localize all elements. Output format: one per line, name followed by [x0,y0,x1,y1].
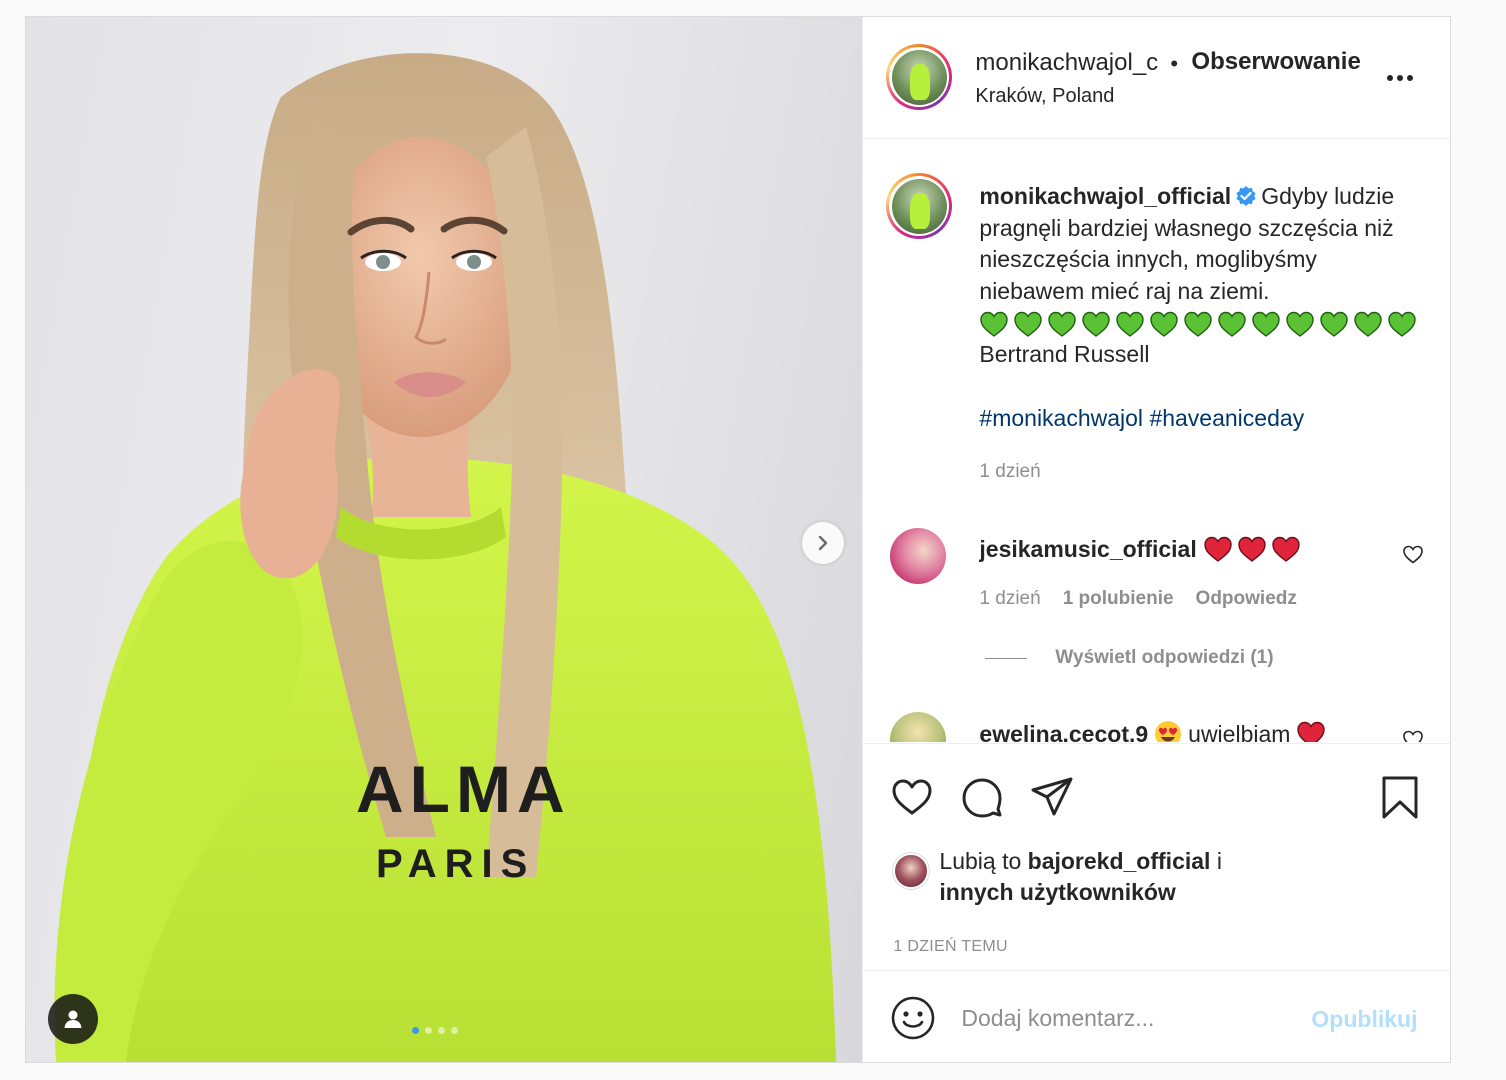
post-actions: Lubią to bajorekd_official i innych użyt… [863,743,1451,971]
caption-quote-author: Bertrand Russell [979,341,1150,367]
comment-input[interactable] [961,998,1292,1038]
green-heart-emoji-icon [1150,311,1179,337]
bookmark-icon [1382,776,1418,819]
share-icon [1031,777,1073,816]
author-username[interactable]: monikachwajol_c [975,49,1158,77]
caption-username[interactable]: monikachwajol_official [979,183,1231,209]
post-timestamp[interactable]: 1 DZIEŃ TEMU [893,938,1007,956]
green-heart-emoji-icon [1388,311,1417,337]
post-caption: monikachwajol_official Gdyby ludzie pragn… [979,181,1424,434]
heart-icon[interactable] [1401,542,1425,566]
post-dialog: ALMA PARIS monikachwajol_c • Obserwowani… [25,16,1451,1063]
next-photo-button[interactable] [802,522,844,564]
green-heart-emoji-icon [1252,311,1281,337]
follow-button[interactable]: Obserwowanie [1191,48,1360,76]
likes-prefix: Lubią to [939,848,1022,874]
emoji-icon[interactable] [890,995,936,1041]
green-heart-emoji-icon [1014,311,1043,337]
add-comment-bar: Opublikuj [863,972,1450,1062]
post-sidebar: monikachwajol_c • Obserwowanie Kraków, P… [863,17,1451,1062]
reply-button[interactable]: Odpowiedz [1196,588,1297,610]
carousel-dot [438,1027,445,1034]
green-heart-emoji-icon [1286,311,1315,337]
red-heart-emoji-icon [1272,536,1300,562]
green-heart-emoji-icon [1354,311,1383,337]
carousel-dot [451,1027,458,1034]
commenter-username[interactable]: ewelina.cecot.9 [979,721,1148,743]
comment-button[interactable] [959,774,1005,820]
save-button[interactable] [1377,774,1423,820]
red-heart-icon [1297,721,1326,742]
green-heart-emoji-icon [1184,311,1213,337]
comment-meta: 1 dzień 1 polubienie Odpowiedz [979,588,1296,610]
red-heart-emoji-icon [1204,536,1232,562]
view-replies-label: Wyświetl odpowiedzi (1) [1055,647,1274,668]
more-icon [1387,75,1414,81]
green-hearts-row [979,309,1424,339]
liker-avatar[interactable] [893,853,930,889]
comment-text: uwielbiam [1188,720,1291,743]
user-tag-icon [64,1010,82,1028]
red-heart-emoji-icon [1238,536,1266,562]
post-photo[interactable]: ALMA PARIS [26,17,864,1062]
view-replies-button[interactable]: Wyświetl odpowiedzi (1) [985,647,1274,669]
carousel-dot [412,1027,419,1034]
commenter-avatar[interactable] [890,528,947,584]
svg-text:PARIS: PARIS [376,842,535,886]
chevron-right-icon [818,535,828,551]
comment-icon [962,778,1002,818]
green-heart-emoji-icon [1320,311,1349,337]
commenter-username[interactable]: jesikamusic_official [979,536,1196,563]
author-avatar[interactable] [886,44,953,110]
photo-illustration: ALMA PARIS [54,53,836,1062]
publish-button[interactable]: Opublikuj [1311,1006,1417,1033]
caption-author-avatar[interactable] [886,173,953,239]
caption-hashtags: #monikachwajol #haveaniceday [979,403,1424,435]
heart-icon[interactable] [1401,727,1425,742]
commenter-avatar[interactable] [890,712,947,742]
hashtag-link[interactable]: #haveaniceday [1149,405,1304,431]
post-header: monikachwajol_c • Obserwowanie Kraków, P… [863,17,1450,139]
liker-username[interactable]: bajorekd_official [1028,848,1211,874]
post-location[interactable]: Kraków, Poland [975,85,1114,108]
header-separator: • [1170,51,1179,76]
heart-icon [892,779,932,815]
more-options-button[interactable] [1383,61,1417,95]
likes-others-link[interactable]: innych użytkowników [939,879,1175,905]
verified-icon [1236,186,1256,206]
carousel-indicator [412,1027,458,1034]
caption-time[interactable]: 1 dzień [979,461,1040,483]
heart-eyes-emoji-icon [1155,721,1182,742]
red-hearts [1203,535,1301,563]
share-button[interactable] [1029,774,1075,820]
green-heart-emoji-icon [1116,311,1145,337]
comments-list[interactable]: monikachwajol_official Gdyby ludzie pragn… [863,140,1450,742]
green-heart-emoji-icon [1048,311,1077,337]
carousel-dot [425,1027,432,1034]
tagged-users-button[interactable] [48,994,98,1044]
green-heart-emoji-icon [1082,311,1111,337]
comment-likes[interactable]: 1 polubienie [1063,588,1174,610]
like-button[interactable] [889,774,935,820]
comment-time[interactable]: 1 dzień [979,588,1040,610]
green-heart-emoji-icon [1218,311,1247,337]
likes-summary: Lubią to bajorekd_official i innych użyt… [893,846,1259,908]
svg-text:ALMA: ALMA [356,752,571,826]
green-heart-emoji-icon [980,311,1009,337]
likes-conj: i [1216,848,1222,874]
hashtag-link[interactable]: #monikachwajol [979,405,1143,431]
